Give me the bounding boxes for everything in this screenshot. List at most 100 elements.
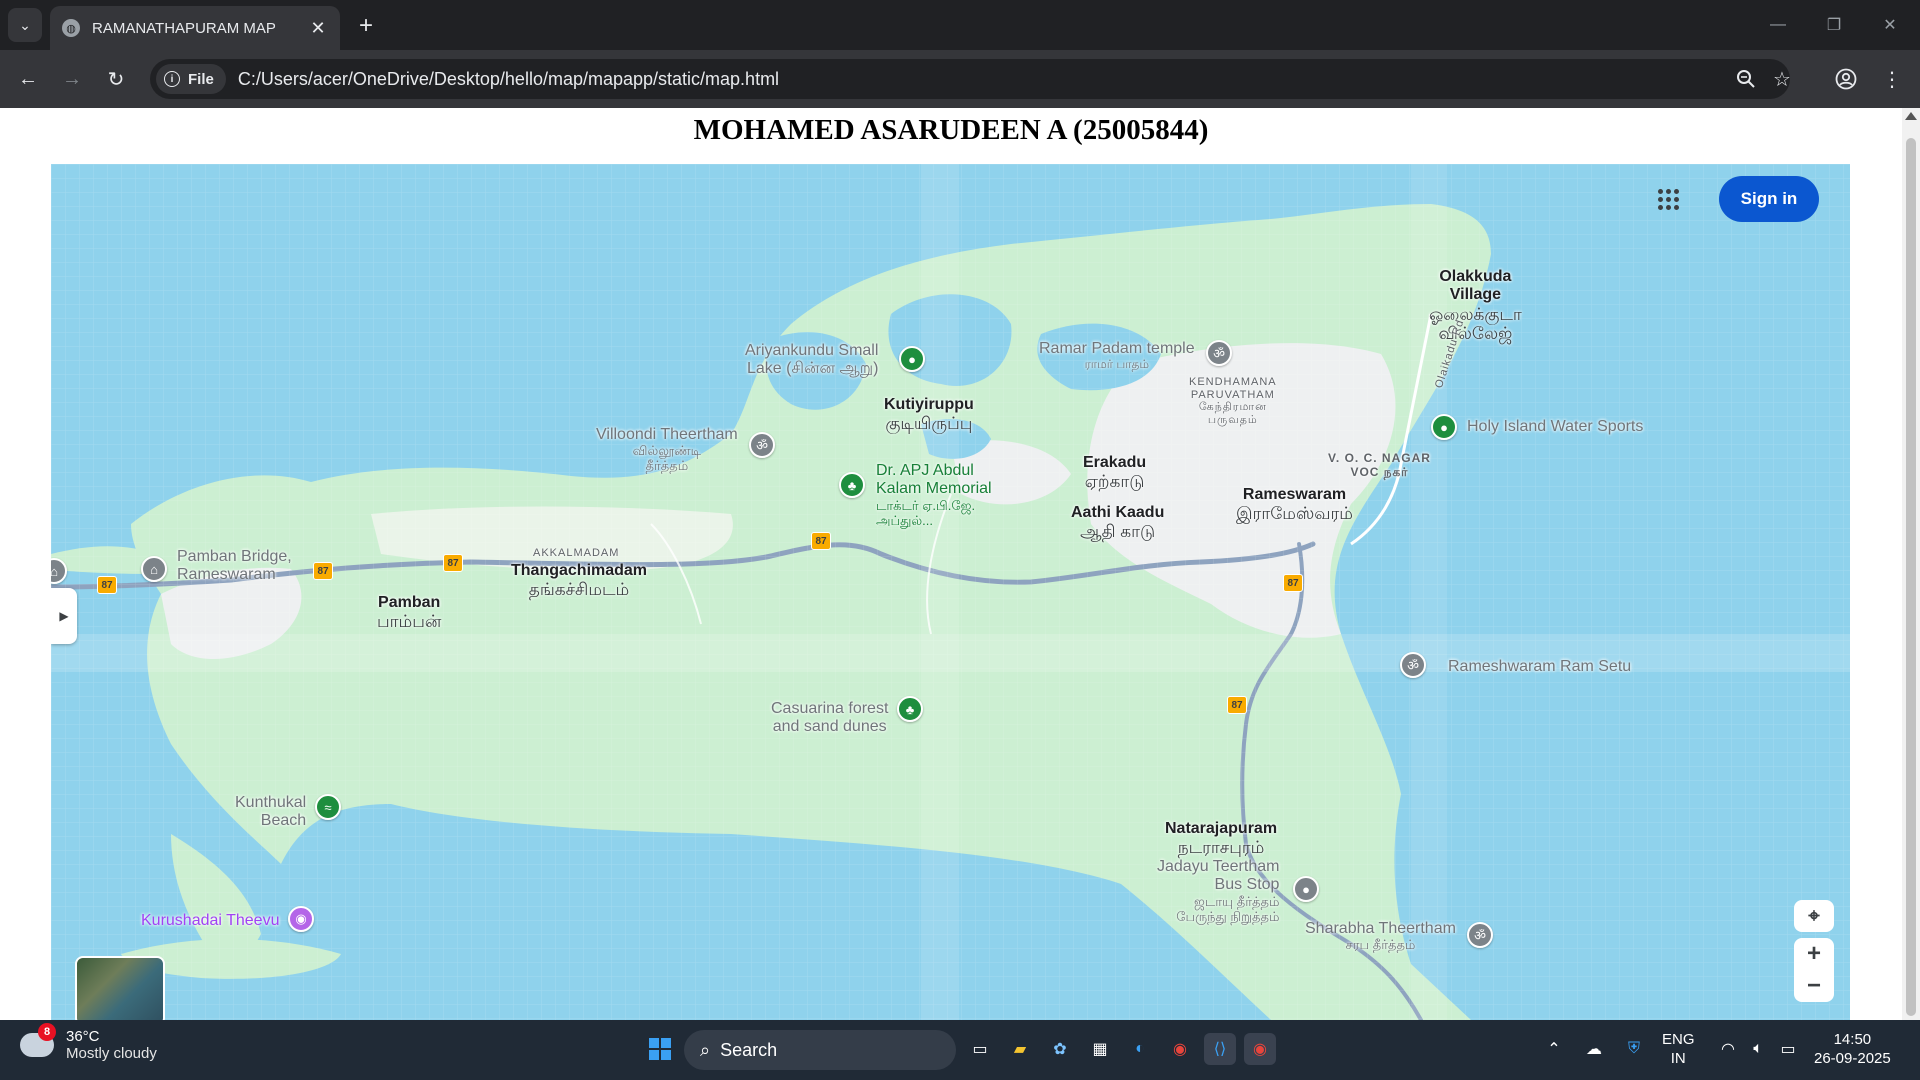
browser-menu-button[interactable]: ⋮ [1876, 63, 1908, 95]
label-ramar-padam[interactable]: Ramar Padam temple ராமர் பாதம் [1039, 340, 1195, 372]
label-jadayu[interactable]: Jadayu Teertham Bus Stop ஜடாயு தீர்த்தம்… [1157, 858, 1279, 925]
task-view-icon[interactable]: ▭ [964, 1033, 996, 1065]
page-title: MOHAMED ASARUDEEN A (25005844) [693, 114, 1209, 146]
label-casuarina[interactable]: Casuarina forest and sand dunes [771, 700, 888, 737]
scroll-up-arrow-icon[interactable] [1905, 112, 1917, 120]
temple-pin[interactable]: ॐ [749, 432, 775, 458]
onedrive-icon[interactable]: ☁ [1578, 1033, 1610, 1065]
restore-button[interactable]: ❐ [1814, 12, 1854, 38]
edge-icon[interactable]: ◐ [1124, 1033, 1156, 1065]
route-87-shield: 87 [1227, 696, 1247, 714]
wifi-icon[interactable]: ◠ [1712, 1033, 1744, 1065]
page-scrollbar[interactable] [1902, 108, 1920, 1020]
close-window-button[interactable]: ✕ [1870, 12, 1910, 38]
weather-widget[interactable]: 8 36°C Mostly cloudy [20, 1023, 157, 1062]
chrome-icon[interactable]: ◉ [1164, 1033, 1196, 1065]
more-vert-icon: ⋮ [1882, 68, 1902, 91]
label-holy-island[interactable]: Holy Island Water Sports [1467, 418, 1643, 436]
label-kutiyiruppu[interactable]: Kutiyiruppu குடியிருப்பு [884, 396, 974, 434]
layers-toggle[interactable] [75, 956, 165, 1020]
security-shield-icon[interactable]: ⛨ [1618, 1033, 1650, 1065]
om-icon: ॐ [1407, 658, 1419, 673]
chrome-active-icon[interactable]: ◉ [1244, 1033, 1276, 1065]
label-pamban[interactable]: Pamban பாம்பன் [377, 594, 441, 632]
label-kunthukal[interactable]: Kunthukal Beach [235, 794, 306, 831]
tab-search-button[interactable]: ⌄ [8, 8, 42, 42]
om-icon: ॐ [756, 438, 768, 453]
language-indicator[interactable]: ENG IN [1662, 1031, 1695, 1069]
tab-close-button[interactable]: ✕ [308, 18, 328, 38]
tab-strip: ⌄ ◍ RAMANATHAPURAM MAP ✕ + — ❐ ✕ [0, 0, 1920, 50]
label-thangachimadam[interactable]: Thangachimadam தங்கச்சிமடம் [511, 562, 647, 600]
expand-side-panel-button[interactable]: ▶ [51, 588, 77, 644]
volume-icon[interactable]: 🔈︎ [1742, 1033, 1774, 1065]
site-info-chip[interactable]: i File [156, 64, 226, 94]
browser-tab[interactable]: ◍ RAMANATHAPURAM MAP ✕ [50, 6, 340, 50]
tray-expand-icon[interactable]: ⌃ [1538, 1033, 1570, 1065]
back-button[interactable]: ← [12, 63, 44, 95]
temple-pin[interactable]: ॐ [1206, 340, 1232, 366]
new-tab-button[interactable]: + [352, 12, 380, 40]
lake-pin[interactable]: ● [899, 346, 925, 372]
label-akkalmadam: AKKALMADAM [533, 547, 620, 559]
clock[interactable]: 14:50 26-09-2025 [1814, 1031, 1891, 1069]
route-87-shield: 87 [811, 532, 831, 550]
temple-pin[interactable]: ॐ [1467, 922, 1493, 948]
label-aathi-kaadu[interactable]: Aathi Kaadu ஆதி காடு [1071, 504, 1164, 542]
label-ram-setu[interactable]: Rameshwaram Ram Setu [1448, 658, 1631, 676]
label-kurushadai[interactable]: Kurushadai Theevu [141, 912, 279, 930]
label-erakadu[interactable]: Erakadu ஏற்காடு [1083, 454, 1146, 492]
url-text[interactable]: C:/Users/acer/OneDrive/Desktop/hello/map… [238, 69, 779, 90]
reload-button[interactable]: ↻ [100, 63, 132, 95]
zoom-icon[interactable] [1730, 63, 1762, 95]
file-explorer-icon[interactable]: ▰ [1004, 1033, 1036, 1065]
bridge-pin[interactable]: ⌂ [141, 556, 167, 582]
start-button[interactable] [644, 1033, 676, 1065]
windows-logo-icon [649, 1038, 671, 1060]
label-olakkuda[interactable]: Olakkuda Village ஓலைக்குடா வில்லேஜ் [1429, 268, 1522, 344]
weather-badge: 8 [38, 1023, 56, 1041]
label-apj-memorial[interactable]: Dr. APJ Abdul Kalam Memorial டாக்டர் ஏ.ப… [876, 462, 992, 529]
sign-in-button[interactable]: Sign in [1719, 176, 1819, 222]
route-87-shield: 87 [97, 576, 117, 594]
beach-pin[interactable]: ≈ [315, 794, 341, 820]
label-pamban-bridge[interactable]: Pamban Bridge, Rameswaram [177, 548, 292, 585]
my-location-button[interactable]: ⌖ [1794, 900, 1834, 932]
battery-icon[interactable]: ▭ [1772, 1033, 1804, 1065]
zoom-out-button[interactable]: − [1794, 970, 1834, 1002]
island-pin[interactable]: ◉ [288, 906, 314, 932]
address-bar[interactable]: i File C:/Users/acer/OneDrive/Desktop/he… [150, 59, 1791, 99]
page-content: MOHAMED ASARUDEEN A (25005844) 87 87 87 … [0, 108, 1902, 1020]
weather-condition: Mostly cloudy [66, 1045, 157, 1062]
copilot-icon[interactable]: ✿ [1044, 1033, 1076, 1065]
forward-button[interactable]: → [56, 63, 88, 95]
minimize-button[interactable]: — [1758, 12, 1798, 38]
dot-icon: ● [1440, 419, 1448, 435]
label-villoondi[interactable]: Villoondi Theertham வில்லூண்டி தீர்த்தம் [596, 426, 738, 474]
map-viewport[interactable]: 87 87 87 87 87 87 Olakkuda Village ஓலைக்… [51, 164, 1850, 1020]
bookmark-star-icon[interactable]: ☆ [1766, 63, 1798, 95]
google-apps-icon[interactable] [1655, 186, 1681, 212]
taskbar-search[interactable]: ⌕ Search [684, 1030, 956, 1070]
label-natarajapuram[interactable]: Natarajapuram நடராசபுரம் [1165, 820, 1277, 858]
forest-pin[interactable]: ♣ [897, 696, 923, 722]
label-ariyankundu[interactable]: Ariyankundu Small Lake (சின்ன ஆறு) [745, 342, 878, 379]
scrollbar-thumb[interactable] [1906, 138, 1916, 1016]
chevron-right-icon: ▶ [59, 609, 69, 623]
memorial-pin[interactable]: ♣ [839, 472, 865, 498]
map-base [51, 164, 1850, 1020]
profile-icon[interactable] [1830, 63, 1862, 95]
site-chip-label: File [188, 70, 214, 88]
label-sharabha[interactable]: Sharabha Theertham சரப தீர்த்தம் [1305, 920, 1456, 953]
vscode-icon[interactable]: ⟨⟩ [1204, 1033, 1236, 1065]
water-sports-pin[interactable]: ● [1431, 414, 1457, 440]
bus-stop-pin[interactable]: ● [1293, 876, 1319, 902]
ram-setu-pin[interactable]: ॐ [1400, 652, 1426, 678]
zoom-in-button[interactable]: + [1794, 938, 1834, 970]
bridge-icon: ⌂ [150, 561, 158, 577]
tree-icon: ♣ [847, 477, 857, 493]
windows-taskbar: 8 36°C Mostly cloudy ⌕ Search ▭ ▰ ✿ ▦ ◐ … [0, 1020, 1920, 1080]
route-87-shield: 87 [313, 562, 333, 580]
label-rameswaram[interactable]: Rameswaram இராமேஸ்வரம் [1236, 486, 1353, 524]
store-icon[interactable]: ▦ [1084, 1033, 1116, 1065]
